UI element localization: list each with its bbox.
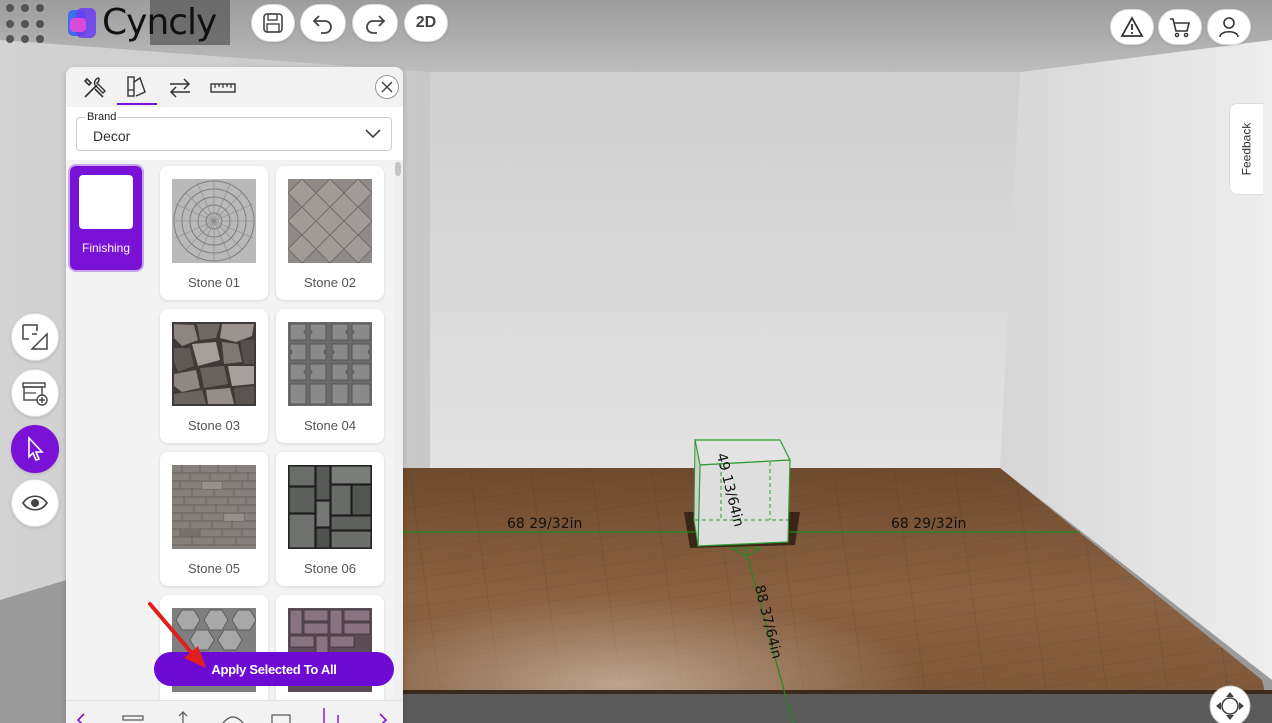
category-column: Finishing xyxy=(66,160,146,700)
tab-materials[interactable] xyxy=(117,71,157,105)
save-icon xyxy=(263,13,283,33)
category-finishing[interactable]: Finishing xyxy=(70,166,142,270)
floorplan-tool-button[interactable] xyxy=(11,313,59,361)
close-icon xyxy=(381,81,393,93)
material-grid-scrollbar[interactable] xyxy=(394,160,403,700)
stone-04-thumbnail xyxy=(288,322,372,406)
tab-tools[interactable] xyxy=(74,71,114,105)
undo-button[interactable] xyxy=(300,4,346,42)
tile-name: Stone 06 xyxy=(303,561,357,576)
view-eye-icon xyxy=(22,495,48,511)
measure-icon xyxy=(210,83,236,93)
category-thumbnail xyxy=(79,175,133,229)
material-tile[interactable]: Stone 02 xyxy=(276,166,384,300)
select-cursor-icon xyxy=(28,435,44,461)
tile-name: Stone 04 xyxy=(303,418,357,433)
material-tile[interactable]: Stone 04 xyxy=(276,309,384,443)
tab-swap[interactable] xyxy=(160,71,200,105)
user-icon xyxy=(1219,17,1239,38)
tile-name: Stone 01 xyxy=(187,275,241,290)
materials-icon xyxy=(127,76,146,97)
panel-footer-toolbar xyxy=(66,700,403,723)
user-account-button[interactable] xyxy=(1207,9,1251,45)
app-logo: Cyncly xyxy=(66,2,217,43)
warnings-button[interactable] xyxy=(1110,9,1154,45)
footer-tool-icon[interactable] xyxy=(122,715,144,723)
chevron-right-icon[interactable] xyxy=(378,713,388,723)
annotation-arrow-icon xyxy=(148,602,206,668)
save-button[interactable] xyxy=(251,4,295,42)
swap-icon xyxy=(169,78,191,98)
footer-tool-icon[interactable] xyxy=(221,713,245,723)
undo-icon xyxy=(312,15,332,34)
tile-name: Stone 05 xyxy=(187,561,241,576)
footer-tool-icon[interactable] xyxy=(176,711,190,723)
brand-value: Decor xyxy=(93,128,131,144)
floorplan-icon xyxy=(22,324,48,350)
material-tile[interactable]: Stone 06 xyxy=(276,452,384,586)
feedback-tab[interactable]: Feedback xyxy=(1229,103,1263,195)
panel-tabs xyxy=(66,67,403,107)
logo-text: Cyncly xyxy=(102,2,217,43)
dimension-right-label: 68 29/32in xyxy=(891,516,967,532)
warning-icon xyxy=(1120,16,1144,37)
tile-name: Stone 02 xyxy=(303,275,357,290)
cyncly-logo-icon xyxy=(66,6,98,40)
footer-tool-icon[interactable] xyxy=(271,713,291,723)
scrollbar-thumb[interactable] xyxy=(395,162,401,176)
material-tile[interactable]: Stone 03 xyxy=(160,309,268,443)
brand-label: Brand xyxy=(85,111,119,123)
stone-06-thumbnail xyxy=(288,465,372,549)
add-furniture-icon xyxy=(22,382,48,406)
brand-select[interactable]: Brand Decor xyxy=(76,111,392,151)
cart-icon xyxy=(1170,18,1191,38)
select-tool-button[interactable] xyxy=(11,425,59,473)
stone-03-thumbnail xyxy=(172,322,256,406)
close-panel-button[interactable] xyxy=(375,75,399,99)
tab-measure[interactable] xyxy=(203,71,243,105)
material-tile[interactable]: Stone 01 xyxy=(160,166,268,300)
material-tile[interactable]: Stone 05 xyxy=(160,452,268,586)
redo-button[interactable] xyxy=(352,4,398,42)
toggle-2d-button[interactable]: 2D xyxy=(404,4,448,42)
tile-name: Stone 03 xyxy=(187,418,241,433)
materials-panel: Brand Decor Finishing Stone 01 Stone 02 … xyxy=(66,67,403,723)
view-toggle-button[interactable] xyxy=(11,479,59,527)
feedback-label: Feedback xyxy=(1239,122,1254,176)
chevron-left-icon[interactable] xyxy=(76,713,86,723)
stone-02-thumbnail xyxy=(288,179,372,263)
footer-tool-icon[interactable] xyxy=(320,707,342,723)
cart-button[interactable] xyxy=(1158,9,1202,45)
add-furniture-button[interactable] xyxy=(11,369,59,417)
apps-menu-icon[interactable] xyxy=(6,4,46,44)
redo-icon xyxy=(366,15,386,34)
category-label: Finishing xyxy=(81,241,131,255)
stone-05-thumbnail xyxy=(172,465,256,549)
chevron-down-icon xyxy=(365,129,381,139)
dimension-left-label: 68 29/32in xyxy=(507,516,583,532)
tools-icon xyxy=(83,77,106,98)
stone-01-thumbnail xyxy=(172,179,256,263)
